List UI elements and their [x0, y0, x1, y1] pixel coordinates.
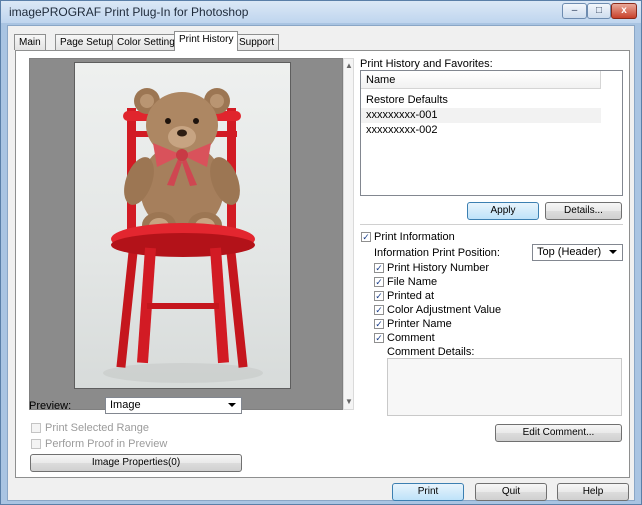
details-button[interactable]: Details... [545, 202, 622, 220]
perform-proof-label: Perform Proof in Preview [45, 438, 168, 450]
preview-label: Preview: [29, 400, 72, 412]
scroll-down-icon[interactable]: ▼ [345, 397, 353, 406]
comment-details-label: Comment Details: [387, 346, 475, 358]
preview-area[interactable] [29, 58, 343, 410]
position-select[interactable]: Top (Header) [532, 244, 623, 261]
tab-support[interactable]: Support [234, 34, 280, 50]
position-select-value: Top (Header) [537, 246, 602, 258]
title-bar[interactable]: imagePROGRAF Print Plug-In for Photoshop… [1, 1, 641, 23]
preview-select[interactable]: Image [105, 397, 242, 414]
preview-image [74, 62, 291, 389]
plugin-window: imagePROGRAF Print Plug-In for Photoshop… [0, 0, 642, 505]
quit-button[interactable]: Quit [475, 483, 547, 501]
tab-print-history[interactable]: Print History [174, 31, 239, 51]
chevron-down-icon [228, 403, 236, 407]
tab-page-setup[interactable]: Page Setup [55, 34, 118, 50]
apply-button[interactable]: Apply [467, 202, 539, 220]
tab-main[interactable]: Main [14, 34, 46, 50]
comment-details-box [387, 358, 622, 416]
position-label: Information Print Position: [374, 247, 500, 259]
preview-select-value: Image [110, 399, 141, 411]
file-name-checkbox[interactable]: ✓ [374, 277, 384, 287]
image-properties-button[interactable]: Image Properties(0) [30, 454, 242, 472]
help-button[interactable]: Help [557, 483, 629, 501]
color-adjustment-label: Color Adjustment Value [387, 304, 502, 316]
teddy-bear-on-chair-image [103, 88, 263, 383]
file-name-label: File Name [387, 276, 438, 288]
dialog-client: Main Page Setup Color Settings Print His… [7, 25, 635, 501]
preview-scrollbar[interactable]: ▲ ▼ [343, 58, 354, 410]
maximize-button[interactable]: □ [587, 3, 611, 19]
divider [360, 224, 623, 225]
list-item[interactable]: xxxxxxxxx-001 [361, 108, 601, 123]
history-number-checkbox[interactable]: ✓ [374, 263, 384, 273]
edit-comment-button[interactable]: Edit Comment... [495, 424, 622, 442]
color-adjustment-checkbox[interactable]: ✓ [374, 305, 384, 315]
history-label: Print History and Favorites: [360, 58, 493, 70]
comment-label: Comment [387, 332, 435, 344]
print-selected-range-checkbox[interactable] [31, 423, 41, 433]
printer-name-label: Printer Name [387, 318, 452, 330]
history-list[interactable]: Name Restore Defaults xxxxxxxxx-001 xxxx… [360, 70, 623, 196]
perform-proof-checkbox[interactable] [31, 439, 41, 449]
print-button[interactable]: Print [392, 483, 464, 501]
close-button[interactable]: x [611, 3, 637, 19]
chevron-down-icon [609, 250, 617, 254]
list-item[interactable]: xxxxxxxxx-002 [361, 123, 601, 138]
list-header-name[interactable]: Name [361, 71, 601, 89]
window-title: imagePROGRAF Print Plug-In for Photoshop [9, 5, 249, 19]
printed-at-checkbox[interactable]: ✓ [374, 291, 384, 301]
print-information-checkbox[interactable]: ✓ [361, 232, 371, 242]
scroll-up-icon[interactable]: ▲ [345, 61, 353, 70]
printer-name-checkbox[interactable]: ✓ [374, 319, 384, 329]
comment-checkbox[interactable]: ✓ [374, 333, 384, 343]
printed-at-label: Printed at [387, 290, 435, 302]
print-information-label: Print Information [374, 231, 455, 243]
print-selected-range-label: Print Selected Range [45, 422, 149, 434]
history-number-label: Print History Number [387, 262, 490, 274]
minimize-button[interactable]: – [562, 3, 587, 19]
list-item[interactable]: Restore Defaults [361, 93, 601, 108]
